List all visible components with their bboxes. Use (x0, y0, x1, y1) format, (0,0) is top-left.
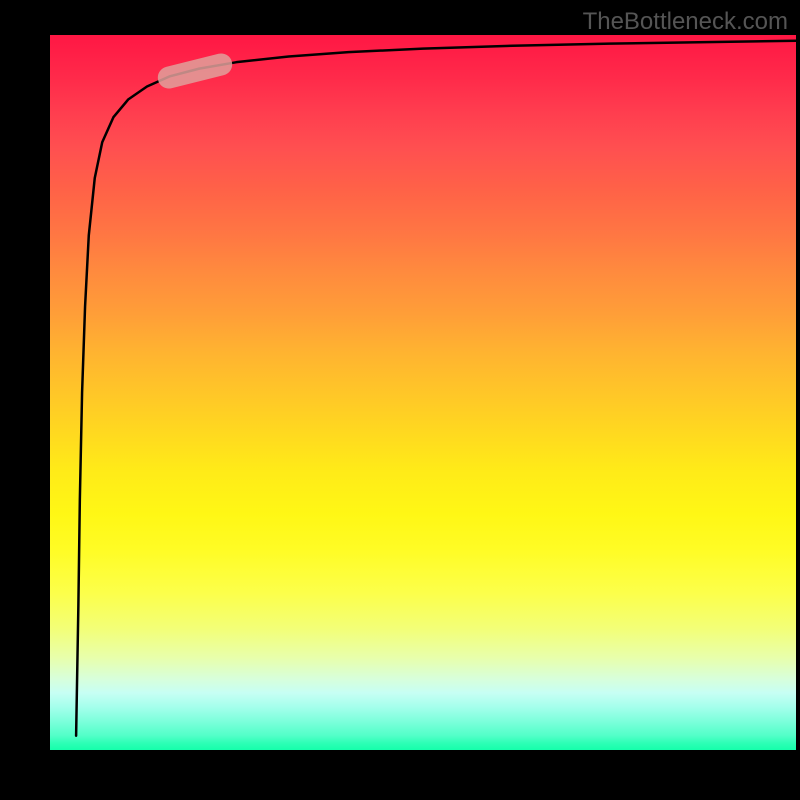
attribution-text: TheBottleneck.com (583, 8, 788, 36)
curve-svg (50, 35, 796, 750)
chart-plot-area (50, 35, 796, 750)
curve-path (76, 41, 796, 736)
